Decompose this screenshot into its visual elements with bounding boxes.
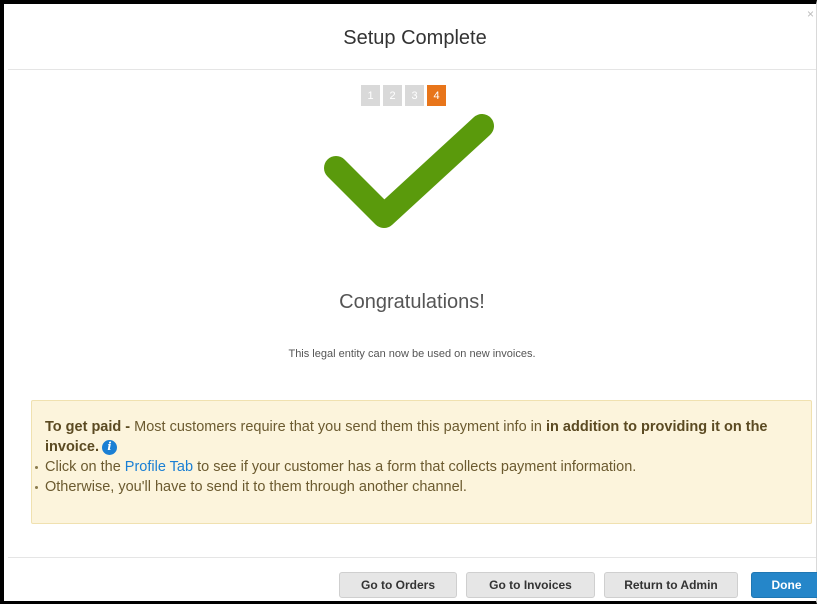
dialog-footer: Go to Orders Go to Invoices Return to Ad… (8, 557, 817, 601)
setup-dialog: × Setup Complete 1 2 3 4 Congratulations… (0, 0, 817, 604)
wizard-steps: 1 2 3 4 (361, 85, 446, 106)
notice-lead: To get paid - Most customers require tha… (45, 417, 799, 457)
dialog-header: Setup Complete (8, 8, 816, 70)
return-to-admin-button[interactable]: Return to Admin (604, 572, 738, 598)
profile-tab-link[interactable]: Profile Tab (125, 459, 193, 475)
wizard-step-1: 1 (361, 85, 380, 106)
success-message: This legal entity can now be used on new… (288, 348, 536, 360)
go-to-orders-button[interactable]: Go to Orders (339, 572, 457, 598)
notice-lead-text: Most customers require that you send the… (130, 419, 546, 435)
notice-list: Click on the Profile Tab to see if your … (33, 457, 799, 497)
wizard-step-3: 3 (405, 85, 424, 106)
notice-bullet-2: Otherwise, you'll have to send it to the… (33, 477, 799, 497)
wizard-step-2: 2 (383, 85, 402, 106)
payment-info-notice: To get paid - Most customers require tha… (31, 400, 812, 524)
go-to-invoices-button[interactable]: Go to Invoices (466, 572, 595, 598)
wizard-step-4: 4 (427, 85, 446, 106)
info-icon[interactable]: i (102, 439, 117, 455)
done-button[interactable]: Done (751, 572, 817, 598)
notice-bullet-1: Click on the Profile Tab to see if your … (33, 457, 799, 477)
checkmark-icon (324, 114, 494, 228)
dialog-title: Setup Complete (343, 27, 487, 49)
congratulations-heading: Congratulations! (339, 291, 485, 313)
notice-lead-bold: To get paid - (45, 419, 131, 435)
